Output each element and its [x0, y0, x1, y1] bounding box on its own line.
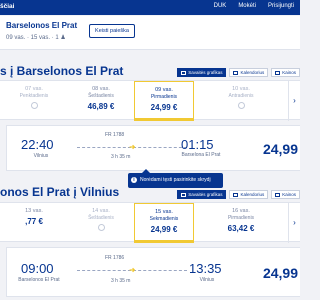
calendar-icon [233, 70, 239, 75]
flight-number: FR 1786 [105, 255, 125, 261]
inbound-date-cell: 14 vas. Šeštadienis [68, 203, 134, 243]
nav-link-manage[interactable]: Mokėti [238, 3, 256, 9]
plane-icon [129, 144, 135, 150]
nav-link-login[interactable]: Prisijungti [268, 3, 294, 9]
select-flight-tooltip: i Norėdami tęsti pasirinkite skrydį [128, 169, 223, 188]
flight-duration: 3 h 35 m [111, 278, 131, 284]
summary-route: Barselonos El Prat [6, 21, 78, 30]
flight-price: 24,99 [262, 141, 298, 157]
date-price: 46,89 € [87, 102, 115, 111]
weekday-label: Pirmadienis [150, 94, 178, 100]
inbound-week-view-label: Savaitės grafikas [188, 192, 223, 197]
date-price: 24,99 € [150, 103, 178, 112]
info-icon: i [131, 177, 137, 183]
top-navigation-bar: ščiai DUK Mokėti Prisijungti [0, 0, 300, 15]
inbound-calendar-view-label: Kalendorius [240, 192, 265, 197]
inbound-calendar-view-button[interactable]: Kalendorius [229, 190, 269, 199]
flight-number: FR 1788 [105, 132, 125, 138]
outbound-prices-view-label: Kainos [282, 70, 296, 75]
outbound-title: s į Barselonos El Prat [0, 64, 124, 78]
outbound-flight-card[interactable]: 22:40 Vilnius FR 1788 3 h 35 m 01:15 Bar… [6, 125, 300, 171]
calendar-icon [181, 192, 187, 197]
flight-duration: 3 h 35 m [111, 154, 131, 160]
calendar-icon [181, 70, 187, 75]
date-label: 10 vas. [232, 86, 250, 92]
date-label: 15 vas. [155, 209, 173, 215]
arrival-city: Vilnius [199, 277, 215, 283]
date-price: 63,42 € [227, 224, 255, 233]
date-label: 16 vas. [232, 208, 250, 214]
date-price: ,77 € [25, 217, 43, 226]
nav-right-links: DUK Mokėti Prisijungti [214, 3, 294, 9]
inbound-date-cell[interactable]: 16 vas. Pirmadienis 63,42 € [194, 203, 288, 243]
departure-time: 09:00 [21, 261, 54, 276]
date-label: 14 vas. [92, 208, 110, 214]
departure-city: Vilnius [33, 153, 49, 159]
outbound-week-view-button[interactable]: Savaitės grafikas [177, 68, 227, 77]
weekday-label: Pirmadienis [227, 215, 255, 221]
inbound-date-carousel: 13 vas. ,77 € 14 vas. Šeštadienis 15 vas… [0, 202, 300, 243]
departure-time: 22:40 [21, 137, 54, 152]
inbound-view-switch: Savaitės grafikas Kalendorius Kainos [177, 190, 300, 199]
date-label: 13 vas. [25, 208, 43, 214]
weekday-label: Antradienis [228, 93, 254, 99]
outbound-date-cell: 10 vas. Antradienis [194, 81, 288, 121]
departure-city: Barselonos El Prat [18, 277, 60, 283]
next-dates-arrow-icon[interactable]: › [288, 203, 300, 243]
inbound-date-cell-selected[interactable]: 15 vas. Sekmadienis 24,99 € [134, 203, 194, 243]
outbound-date-cell[interactable]: 08 vas. Šeštadienis 46,89 € [68, 81, 134, 121]
outbound-date-cell-selected[interactable]: 09 vas. Pirmadienis 24,99 € [134, 81, 194, 121]
calendar-icon [233, 192, 239, 197]
date-label: 08 vas. [92, 86, 110, 92]
date-label: 07 vas. [25, 86, 43, 92]
unavailable-icon [237, 102, 245, 109]
inbound-date-cell[interactable]: 13 vas. ,77 € [0, 203, 68, 243]
outbound-prices-view-button[interactable]: Kainos [271, 68, 300, 77]
chart-icon [275, 192, 281, 197]
outbound-calendar-view-button[interactable]: Kalendorius [229, 68, 269, 77]
flight-price: 24,99 [262, 265, 298, 281]
weekday-label: Šeštadienis [88, 93, 114, 99]
nav-link-faq[interactable]: DUK [214, 3, 227, 9]
outbound-date-cell: 07 vas. Penktadienis [0, 81, 68, 121]
inbound-title: onos El Prat į Vilnius [0, 185, 120, 199]
arrival-time: 13:35 [189, 261, 222, 276]
tooltip-arrow [142, 169, 150, 173]
outbound-date-carousel: 07 vas. Penktadienis 08 vas. Šeštadienis… [0, 80, 300, 121]
inbound-week-view-button[interactable]: Savaitės grafikas [177, 190, 227, 199]
inbound-prices-view-button[interactable]: Kainos [271, 190, 300, 199]
outbound-calendar-view-label: Kalendorius [240, 70, 265, 75]
nav-left-text[interactable]: ščiai [0, 3, 14, 10]
outbound-week-view-label: Savaitės grafikas [188, 70, 223, 75]
summary-meta: 09 vas. · 15 vas. · 1 ♟ [6, 35, 66, 41]
arrival-city: Barselona El Prat [181, 152, 221, 158]
date-label: 09 vas. [155, 87, 173, 93]
unavailable-icon [30, 102, 38, 109]
weekday-label: Penktadienis [19, 93, 49, 99]
plane-icon [129, 267, 135, 273]
edit-search-button[interactable]: Keisti paieška [89, 24, 135, 38]
tooltip-text: Norėdami tęsti pasirinkite skrydį [140, 177, 211, 183]
outbound-view-switch: Savaitės grafikas Kalendorius Kainos [177, 68, 300, 77]
arrival-time: 01:15 [181, 137, 214, 152]
date-price: 24,99 € [150, 225, 178, 234]
weekday-label: Sekmadienis [149, 216, 179, 222]
search-summary: Barselonos El Prat 09 vas. · 15 vas. · 1… [0, 16, 300, 50]
next-dates-arrow-icon[interactable]: › [288, 81, 300, 121]
unavailable-icon [97, 224, 105, 231]
inbound-prices-view-label: Kainos [282, 192, 296, 197]
chart-icon [275, 70, 281, 75]
weekday-label: Šeštadienis [88, 215, 114, 221]
inbound-flight-card[interactable]: 09:00 Barselonos El Prat FR 1786 3 h 35 … [6, 247, 300, 297]
